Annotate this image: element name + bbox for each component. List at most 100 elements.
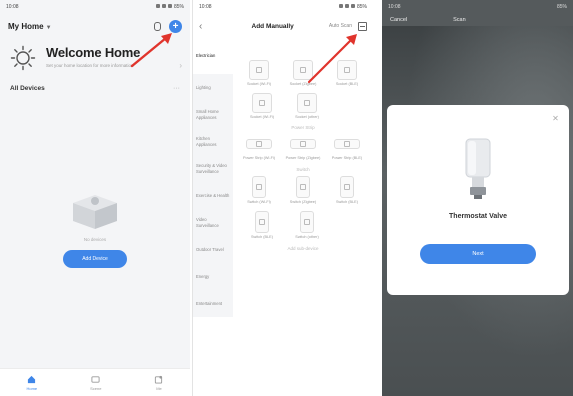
category-item[interactable]: Energy bbox=[193, 263, 233, 290]
device-name: Socket (Wi-Fi) bbox=[249, 114, 275, 119]
tab-label: Me bbox=[156, 385, 162, 391]
page-title: Add Manually bbox=[251, 22, 294, 30]
switch-icon bbox=[300, 210, 314, 233]
tab-bar: Home Scene Me bbox=[0, 368, 190, 396]
chevron-down-icon: ▼ bbox=[45, 25, 52, 31]
switch-icon bbox=[296, 176, 310, 199]
group-header: Add sub-device bbox=[287, 245, 319, 251]
device-name: Switch (BLE) bbox=[336, 200, 358, 205]
category-item[interactable]: Electrician bbox=[193, 38, 233, 74]
status-time: 10:08 bbox=[6, 4, 19, 10]
tab-scene[interactable]: Scene bbox=[90, 375, 101, 391]
switch-icon bbox=[255, 210, 269, 233]
next-button[interactable]: Next bbox=[420, 244, 536, 264]
device-tile[interactable]: Switch (other) bbox=[288, 210, 326, 240]
back-icon[interactable]: ‹ bbox=[199, 21, 202, 32]
device-name: Switch (Zigbee) bbox=[289, 200, 317, 205]
device-tile[interactable]: Socket (Wi-Fi) bbox=[243, 92, 281, 120]
category-item[interactable]: Lighting bbox=[193, 74, 233, 101]
signal-icons: 85% bbox=[155, 4, 184, 10]
socket-icon bbox=[297, 92, 317, 113]
device-tile[interactable]: Switch (BLE) bbox=[328, 176, 366, 205]
device-name: Thermostat Valve bbox=[449, 213, 507, 220]
device-name: Power Strip (BLE) bbox=[331, 156, 363, 161]
page-title: Scan bbox=[453, 17, 466, 23]
socket-icon bbox=[249, 60, 269, 80]
device-row: Switch (BLE) Switch (other) bbox=[237, 210, 369, 240]
device-row: Power Strip (Wi-Fi) Power Strip (Zigbee)… bbox=[237, 134, 369, 161]
device-name: Socket (other) bbox=[295, 114, 319, 119]
more-icon[interactable]: ··· bbox=[173, 85, 180, 92]
device-name: Socket (Wi-Fi) bbox=[246, 82, 272, 86]
category-item[interactable]: Kitchen Appliances bbox=[193, 128, 233, 155]
socket-icon bbox=[252, 92, 272, 113]
switch-icon bbox=[340, 176, 354, 199]
battery-level: 85% bbox=[173, 4, 184, 10]
device-name: Power Strip (Wi-Fi) bbox=[242, 156, 276, 161]
device-row: Socket (Wi-Fi) Socket (other) bbox=[237, 92, 369, 120]
me-icon bbox=[155, 375, 163, 384]
tab-label: Scene bbox=[90, 385, 102, 391]
device-tile[interactable]: Power Strip (BLE) bbox=[328, 134, 366, 161]
close-icon[interactable]: ✕ bbox=[551, 114, 560, 123]
device-found-dialog: ✕ Thermostat Valve Next bbox=[387, 105, 569, 295]
nav-bar: Cancel Scan bbox=[382, 14, 573, 26]
category-item[interactable]: Security & Video Surveillance bbox=[193, 155, 233, 182]
status-bar: 10:08 85% bbox=[193, 0, 373, 14]
device-name: Switch (Wi-Fi) bbox=[247, 200, 271, 205]
status-time: 10:08 bbox=[199, 4, 212, 10]
device-name: Switch (BLE) bbox=[251, 234, 273, 239]
device-tile[interactable]: Socket (other) bbox=[288, 92, 326, 120]
category-item[interactable]: Outdoor Travel bbox=[193, 236, 233, 263]
device-tile[interactable]: Socket (Wi-Fi) bbox=[240, 60, 278, 87]
chevron-right-icon: › bbox=[179, 61, 182, 70]
status-bar: 10:08 85% bbox=[382, 0, 573, 14]
empty-caption: No devices bbox=[83, 237, 107, 242]
power-strip-icon bbox=[334, 139, 360, 150]
red-arrow-annotation bbox=[307, 34, 357, 84]
device-name: Power Strip (Zigbee) bbox=[285, 156, 321, 161]
empty-state: No devices Add Device bbox=[0, 185, 190, 268]
tab-label: Home bbox=[26, 385, 38, 391]
switch-icon bbox=[252, 176, 266, 199]
device-tile[interactable]: Power Strip (Wi-Fi) bbox=[240, 134, 278, 161]
category-item[interactable]: Exercise & Health bbox=[193, 182, 233, 209]
home-name: My Home bbox=[8, 22, 44, 31]
status-bar: 10:08 85% bbox=[0, 0, 190, 14]
tab-me[interactable]: Me bbox=[154, 375, 163, 391]
cancel-button[interactable]: Cancel bbox=[390, 17, 407, 23]
category-item[interactable]: Video Surveillance bbox=[193, 209, 233, 236]
auto-scan-tab[interactable]: Auto Scan bbox=[329, 23, 352, 29]
sun-icon bbox=[10, 45, 36, 71]
home-screen: 10:08 85% My Home ▼ + Welcome Home Set y… bbox=[0, 0, 190, 396]
status-time: 10:08 bbox=[388, 4, 401, 10]
home-icon bbox=[28, 375, 36, 383]
power-strip-icon bbox=[290, 139, 316, 150]
device-tile[interactable]: Switch (BLE) bbox=[243, 210, 281, 240]
category-item[interactable]: Small Home Appliances bbox=[193, 101, 233, 128]
devices-section-header: All Devices ··· bbox=[0, 75, 190, 96]
category-item[interactable]: Entertainment bbox=[193, 290, 233, 317]
signal-icons: 85% bbox=[338, 4, 367, 10]
category-list: Electrician Lighting Small Home Applianc… bbox=[193, 38, 233, 317]
battery-level: 85% bbox=[356, 4, 367, 10]
group-header: Switch bbox=[296, 167, 310, 173]
home-selector[interactable]: My Home ▼ bbox=[8, 22, 52, 31]
red-arrow-annotation bbox=[130, 33, 172, 68]
add-device-screen: 10:08 85% ‹ Add Manually Auto Scan Elect… bbox=[192, 0, 373, 396]
battery-level: 85% bbox=[556, 4, 567, 10]
device-tile[interactable]: Switch (Wi-Fi) bbox=[240, 176, 278, 205]
device-row: Switch (Wi-Fi) Switch (Zigbee) Switch (B… bbox=[237, 176, 369, 205]
scan-screen: 10:08 85% Cancel Scan ✕ Thermostat Valve… bbox=[382, 0, 573, 396]
power-strip-icon bbox=[246, 139, 272, 150]
device-name: Switch (other) bbox=[295, 234, 319, 239]
device-tile[interactable]: Switch (Zigbee) bbox=[284, 176, 322, 205]
add-device-button[interactable]: Add Device bbox=[63, 250, 127, 268]
thermostat-valve-image bbox=[458, 135, 498, 205]
scene-icon bbox=[91, 375, 100, 383]
empty-box-illustration bbox=[65, 185, 125, 233]
tab-home[interactable]: Home bbox=[26, 375, 37, 391]
device-tile[interactable]: Power Strip (Zigbee) bbox=[284, 134, 322, 161]
group-header: Power Strip bbox=[291, 125, 315, 131]
section-title: All Devices bbox=[10, 85, 45, 92]
